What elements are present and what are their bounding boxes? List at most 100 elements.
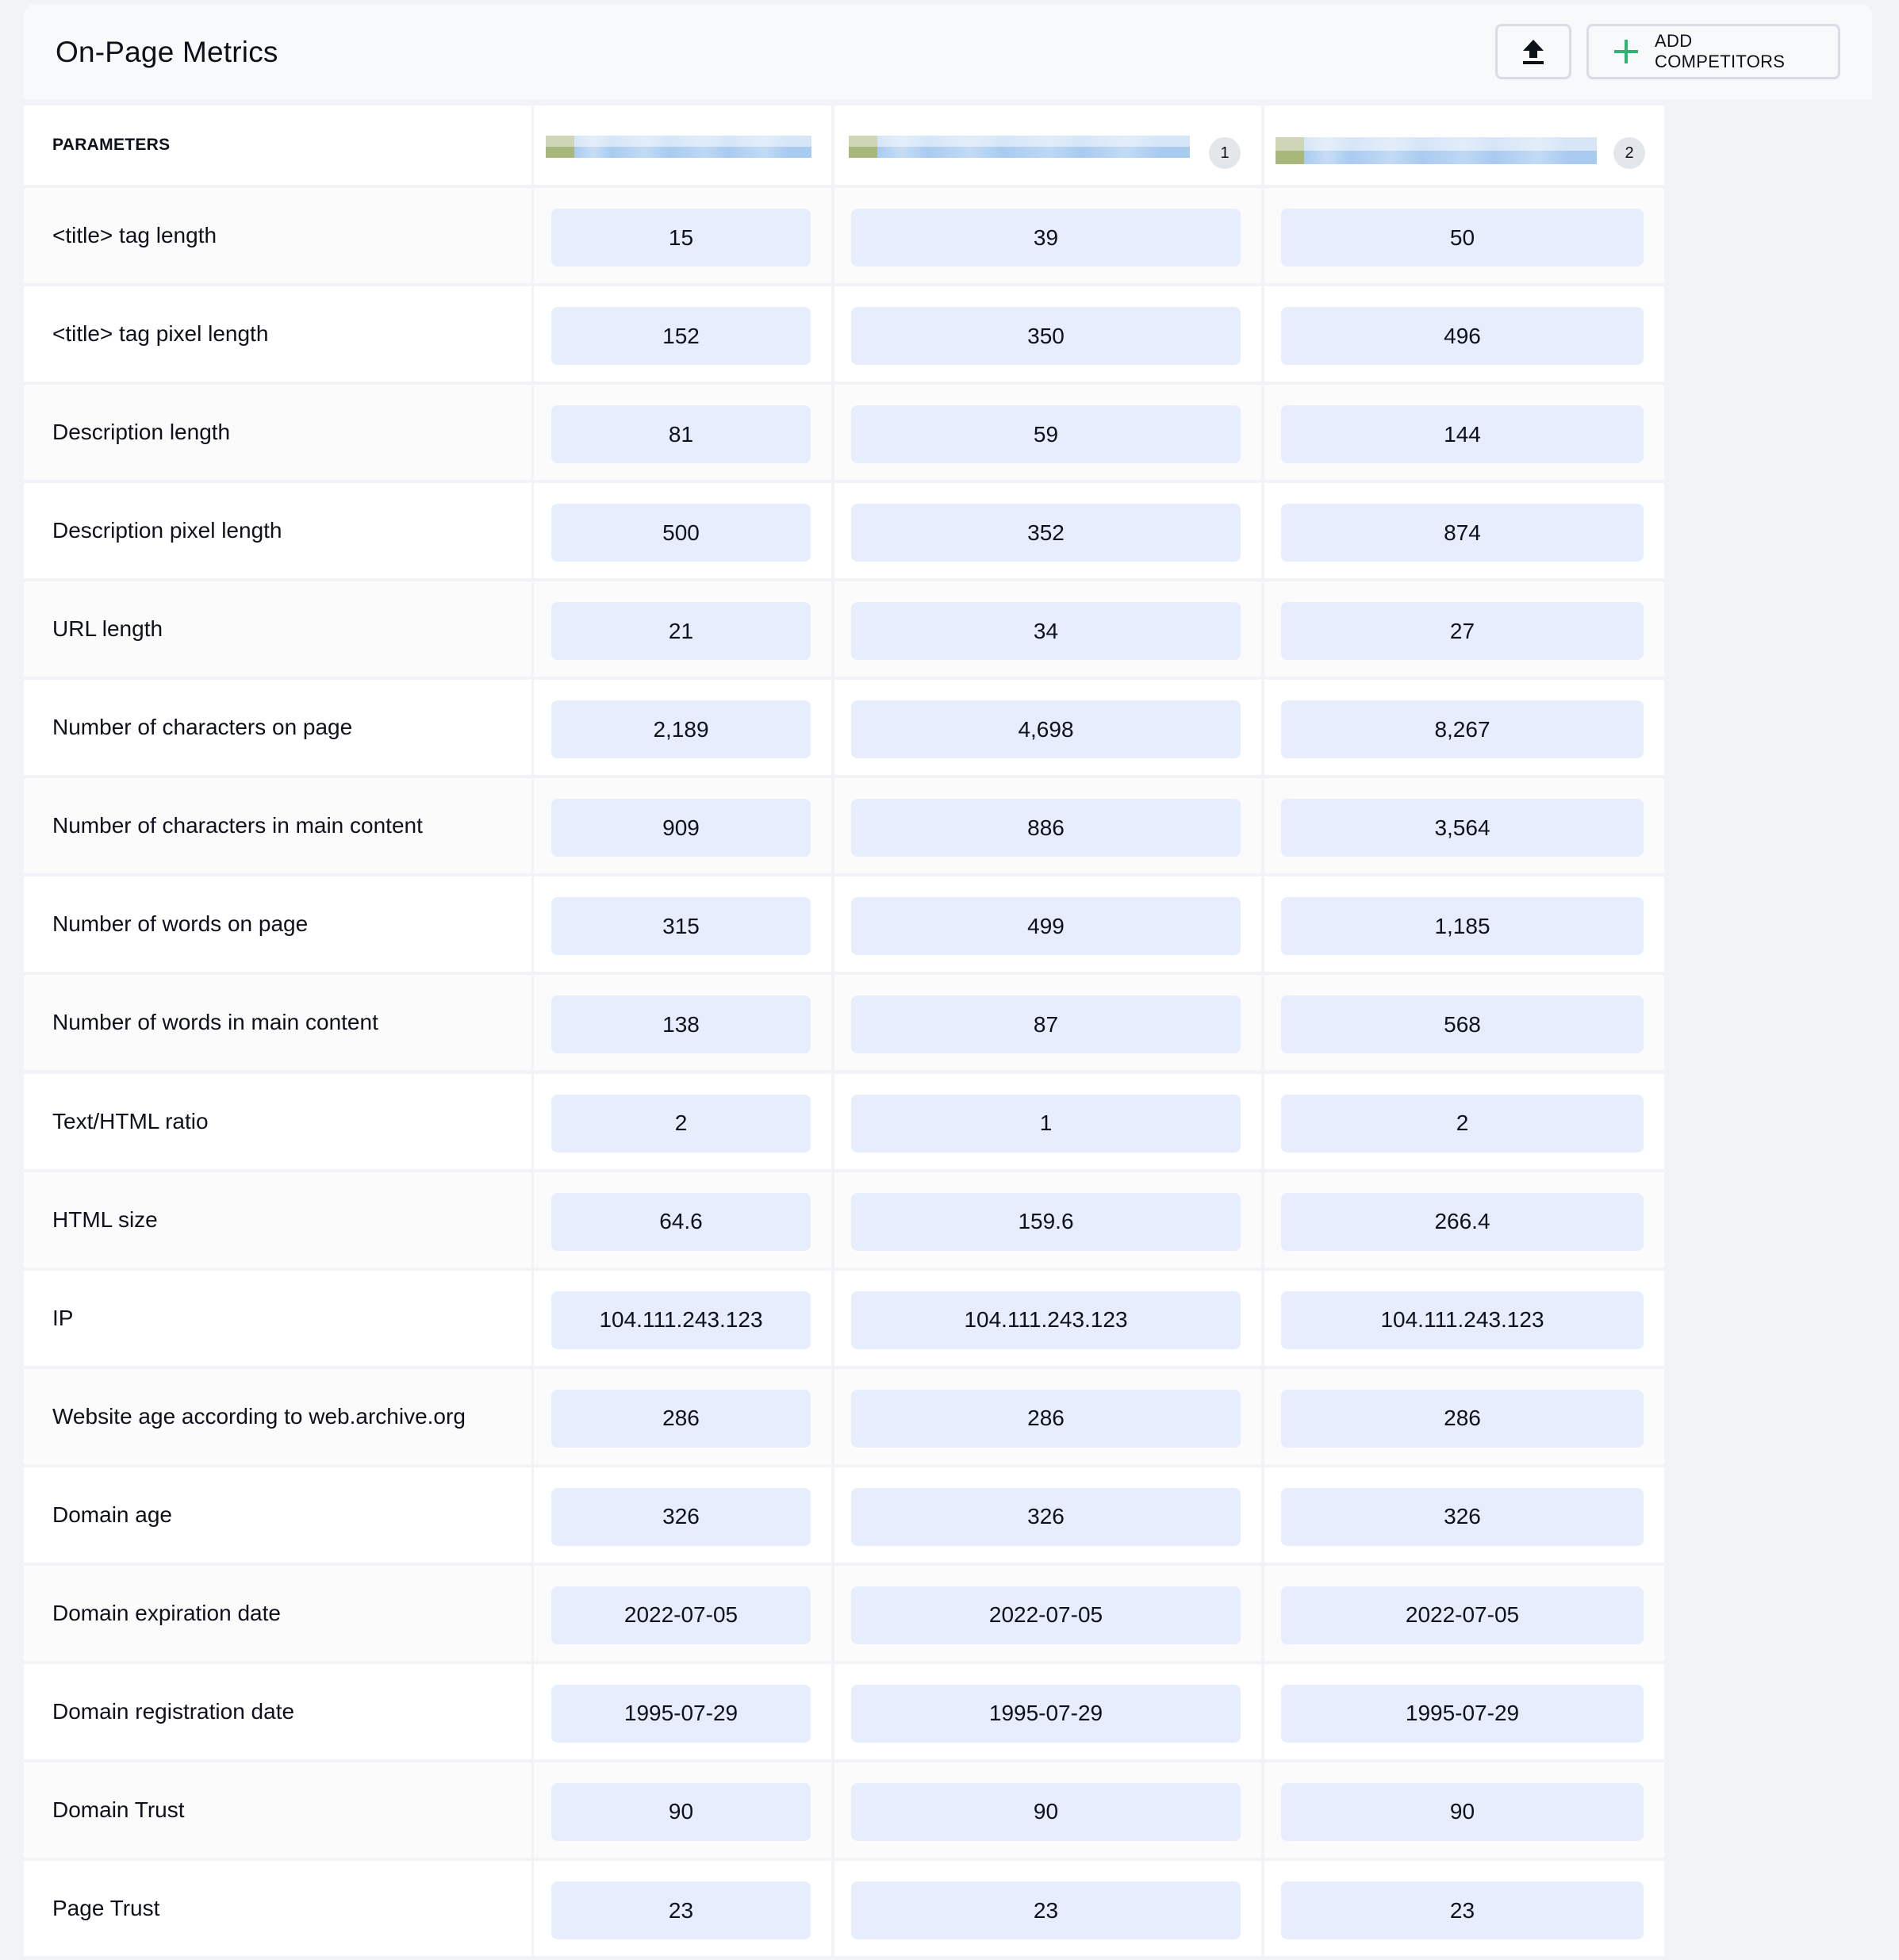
value-cell: 286 — [534, 1368, 831, 1464]
rank-badge: 1 — [1209, 137, 1241, 169]
export-button[interactable] — [1495, 24, 1571, 79]
parameter-cell: Number of characters on page — [24, 680, 531, 776]
parameter-label: Text/HTML ratio — [52, 1108, 209, 1133]
parameter-label: <title> tag length — [52, 223, 217, 247]
value-cell: 2022-07-05 — [1264, 1565, 1664, 1661]
table-row: Domain expiration date 2022-07-05 2022-07-… — [24, 1565, 1664, 1661]
redacted-domain-name — [546, 136, 811, 158]
value-cell: 144 — [1264, 385, 1664, 481]
value-cell: 500 — [534, 483, 831, 579]
parameter-label: Website age according to web.archive.org — [52, 1403, 466, 1429]
value-cell: 1995-07-29 — [834, 1663, 1261, 1759]
metric-value: 23 — [551, 1881, 811, 1940]
metric-value: 152 — [551, 307, 811, 366]
parameter-cell: Domain Trust — [24, 1762, 531, 1858]
value-cell: 496 — [1264, 286, 1664, 382]
metric-value: 315 — [551, 897, 811, 956]
parameter-cell: <title> tag length — [24, 188, 531, 283]
value-cell: 2,189 — [534, 680, 831, 776]
table-row: Number of words in main content 138 87 568 — [24, 975, 1664, 1071]
metric-value: 39 — [851, 209, 1241, 267]
favicon-icon — [546, 136, 574, 158]
metric-value: 90 — [551, 1782, 811, 1841]
value-cell: 2022-07-05 — [834, 1565, 1261, 1661]
parameter-cell: Domain expiration date — [24, 1565, 531, 1661]
value-cell: 886 — [834, 778, 1261, 874]
parameter-label: IP — [52, 1305, 74, 1330]
metric-value: 138 — [551, 995, 811, 1054]
value-cell: 8,267 — [1264, 680, 1664, 776]
value-cell: 39 — [834, 188, 1261, 283]
value-cell: 4,698 — [834, 680, 1261, 776]
parameter-cell: Description pixel length — [24, 483, 531, 579]
metric-value: 568 — [1281, 995, 1644, 1054]
value-cell: 315 — [534, 876, 831, 972]
metric-value: 909 — [551, 799, 811, 857]
metric-value: 104.111.243.123 — [551, 1291, 811, 1349]
value-cell: 326 — [834, 1467, 1261, 1563]
table-row: <title> tag length 15 39 50 — [24, 188, 1664, 283]
metric-value: 886 — [851, 799, 1241, 857]
metric-value: 3,564 — [1281, 799, 1644, 857]
value-cell: 326 — [1264, 1467, 1664, 1563]
value-cell: 104.111.243.123 — [534, 1270, 831, 1366]
column-header-competitor-1[interactable]: 1 — [834, 105, 1261, 185]
value-cell: 159.6 — [834, 1172, 1261, 1268]
value-cell: 568 — [1264, 975, 1664, 1071]
metric-value: 326 — [1281, 1487, 1644, 1546]
metric-value: 144 — [1281, 405, 1644, 464]
column-header-competitor-2[interactable]: 2 — [1264, 105, 1664, 185]
parameter-cell: Number of characters in main content — [24, 778, 531, 874]
metric-value: 1995-07-29 — [1281, 1684, 1644, 1743]
plus-icon — [1614, 40, 1639, 63]
table-row: IP 104.111.243.123 104.111.243.123 104.111.… — [24, 1270, 1664, 1366]
parameter-label: Domain Trust — [52, 1797, 185, 1822]
value-cell: 874 — [1264, 483, 1664, 579]
metric-value: 64.6 — [551, 1192, 811, 1251]
upload-icon — [1523, 40, 1544, 64]
metric-value: 1995-07-29 — [551, 1684, 811, 1743]
value-cell: 23 — [1264, 1861, 1664, 1957]
metric-value: 2,189 — [551, 700, 811, 759]
value-cell: 1995-07-29 — [1264, 1663, 1664, 1759]
value-cell: 87 — [834, 975, 1261, 1071]
parameter-label: Number of words on page — [52, 911, 309, 937]
parameter-label: Description pixel length — [52, 518, 282, 543]
value-cell: 34 — [834, 581, 1261, 677]
rank-badge: 2 — [1613, 137, 1645, 169]
metric-value: 8,267 — [1281, 700, 1644, 759]
value-cell: 1 — [834, 1073, 1261, 1169]
column-header-site[interactable] — [534, 105, 831, 185]
value-cell: 152 — [534, 286, 831, 382]
table-row: Website age according to web.archive.org… — [24, 1368, 1664, 1464]
value-cell: 350 — [834, 286, 1261, 382]
metric-value: 2022-07-05 — [551, 1586, 811, 1644]
parameter-label: Number of words in main content — [52, 1010, 378, 1035]
table-row: <title> tag pixel length 152 350 496 — [24, 286, 1664, 382]
metric-value: 286 — [851, 1389, 1241, 1448]
metric-value: 104.111.243.123 — [851, 1291, 1241, 1349]
parameter-label: <title> tag pixel length — [52, 321, 269, 347]
add-competitors-button[interactable]: ADD COMPETITORS — [1586, 24, 1840, 79]
metric-value: 27 — [1281, 602, 1644, 661]
value-cell: 104.111.243.123 — [834, 1270, 1261, 1366]
parameter-cell: IP — [24, 1270, 531, 1366]
metric-value: 286 — [551, 1389, 811, 1448]
parameter-label: Description length — [52, 420, 231, 445]
value-cell: 909 — [534, 778, 831, 874]
parameter-cell: URL length — [24, 581, 531, 677]
value-cell: 27 — [1264, 581, 1664, 677]
value-cell: 59 — [834, 385, 1261, 481]
table-row: Description length 81 59 144 — [24, 385, 1664, 481]
parameter-cell: Domain age — [24, 1467, 531, 1563]
parameter-cell: Number of words in main content — [24, 975, 531, 1071]
value-cell: 352 — [834, 483, 1261, 579]
parameter-label: Number of characters on page — [52, 715, 353, 740]
metric-value: 34 — [851, 602, 1241, 661]
table-row: Number of words on page 315 499 1,185 — [24, 876, 1664, 972]
table-row: URL length 21 34 27 — [24, 581, 1664, 677]
value-cell: 3,564 — [1264, 778, 1664, 874]
metric-value: 500 — [551, 504, 811, 562]
metric-value: 874 — [1281, 504, 1644, 562]
add-competitors-label: ADD COMPETITORS — [1655, 31, 1786, 71]
